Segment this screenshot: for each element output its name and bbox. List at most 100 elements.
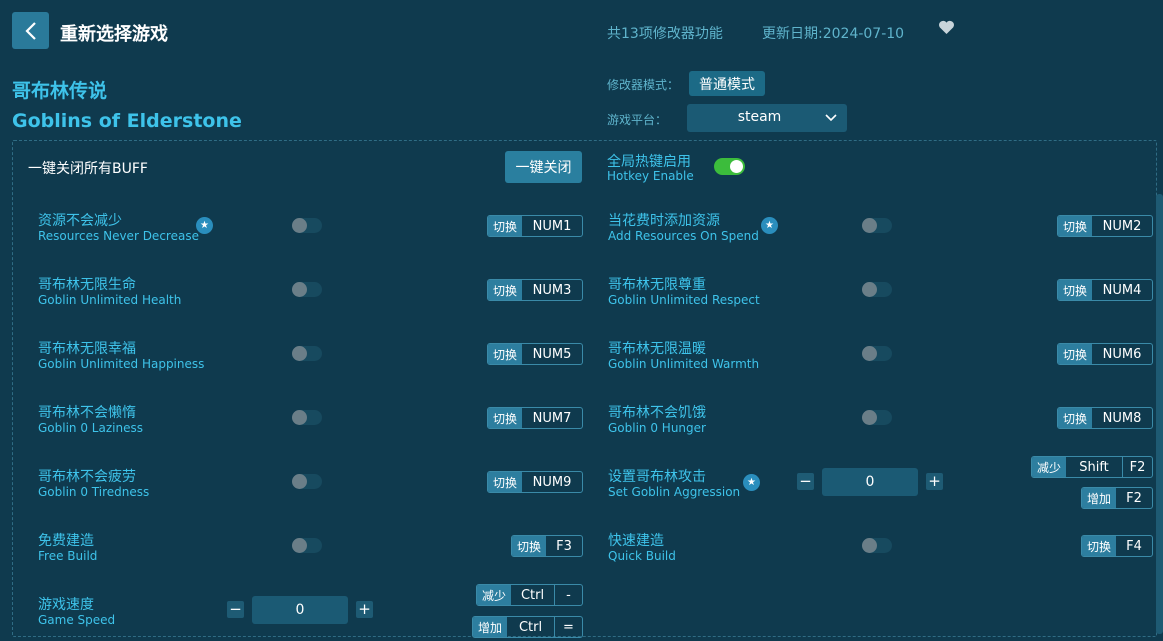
hotkey-key: F2 — [1122, 457, 1152, 477]
platform-value: steam — [737, 109, 782, 125]
hotkey-tag: 增加 — [1082, 488, 1117, 508]
platform-select[interactable]: steam — [687, 104, 847, 132]
hotkey-key: Ctrl — [520, 587, 545, 603]
hotkey-tag: 减少 — [477, 585, 512, 605]
close-all-button[interactable]: 一键关闭 — [505, 151, 582, 183]
hotkey-key: F3 — [556, 538, 572, 554]
game-speed-value-input[interactable]: 0 — [252, 596, 348, 624]
update-date: 更新日期:2024-07-10 — [762, 26, 905, 42]
favorite-button[interactable] — [938, 20, 955, 39]
hotkey-tag: 切换 — [1058, 344, 1093, 364]
option-label-en: Add Resources On Spend — [608, 229, 759, 243]
game-speed-decrease-hotkey[interactable]: 减少 Ctrl - — [476, 584, 583, 606]
feature-count: 共13项修改器功能 — [607, 26, 723, 42]
option-toggle[interactable] — [292, 346, 322, 361]
star-icon: ★ — [196, 217, 213, 234]
mode-label: 修改器模式： — [607, 78, 680, 92]
hotkey-key: NUM1 — [532, 218, 572, 234]
hotkey-key: NUM9 — [532, 474, 572, 490]
hotkey-key: Shift — [1079, 459, 1109, 475]
aggression-decrease-button[interactable]: − — [797, 473, 814, 490]
option-toggle[interactable] — [292, 474, 322, 489]
hotkey-badge[interactable]: 切换 NUM7 — [487, 407, 583, 429]
hotkey-enable-toggle[interactable] — [714, 158, 745, 175]
hotkey-tag: 切换 — [512, 536, 547, 556]
option-toggle[interactable] — [292, 538, 322, 553]
option-toggle[interactable] — [862, 218, 892, 233]
back-button[interactable] — [12, 12, 49, 49]
option-toggle[interactable] — [292, 410, 322, 425]
hotkey-tag: 切换 — [1058, 408, 1093, 428]
option-toggle[interactable] — [862, 346, 892, 361]
chevron-down-icon — [825, 114, 837, 122]
hotkey-badge[interactable]: 切换 NUM8 — [1057, 407, 1153, 429]
game-title-cn: 哥布林传说 — [12, 80, 108, 102]
option-toggle[interactable] — [292, 282, 322, 297]
hotkey-tag: 切换 — [1058, 280, 1093, 300]
hotkey-badge[interactable]: 切换 NUM2 — [1057, 215, 1153, 237]
option-label-en: Goblin 0 Laziness — [38, 421, 143, 435]
aggression-increase-hotkey[interactable]: 增加 F2 — [1081, 487, 1153, 509]
hotkey-key: F2 — [1126, 490, 1142, 506]
hotkey-badge[interactable]: 切换 NUM3 — [487, 279, 583, 301]
game-speed-decrease-button[interactable]: − — [227, 601, 244, 618]
aggression-value-input[interactable]: 0 — [822, 468, 918, 496]
hotkey-tag: 切换 — [488, 280, 523, 300]
chevron-left-icon — [24, 21, 36, 40]
option-label-cn: 免费建造 — [38, 533, 94, 549]
hotkey-tag: 切换 — [1082, 536, 1117, 556]
hotkey-enable-label-en: Hotkey Enable — [607, 169, 694, 183]
hotkey-key: NUM6 — [1102, 346, 1142, 362]
hotkey-tag: 切换 — [1058, 216, 1093, 236]
page-title: 重新选择游戏 — [60, 24, 168, 45]
hotkey-key: NUM8 — [1102, 410, 1142, 426]
hotkey-badge[interactable]: 切换 F3 — [511, 535, 583, 557]
hotkey-badge[interactable]: 切换 NUM1 — [487, 215, 583, 237]
hotkey-key: NUM3 — [532, 282, 572, 298]
buff-label: 一键关闭所有BUFF — [28, 161, 148, 177]
option-label-cn: 哥布林不会饥饿 — [608, 405, 706, 421]
option-label-en: Resources Never Decrease — [38, 229, 199, 243]
scrollbar[interactable] — [1156, 194, 1163, 634]
option-label-en: Quick Build — [608, 549, 676, 563]
option-label-en: Goblin Unlimited Health — [38, 293, 182, 307]
hotkey-badge[interactable]: 切换 F4 — [1081, 535, 1153, 557]
option-label-cn: 资源不会减少 — [38, 213, 122, 229]
hotkey-tag: 切换 — [488, 472, 523, 492]
hotkey-key: - — [554, 585, 582, 605]
option-toggle[interactable] — [862, 282, 892, 297]
aggression-label-cn: 设置哥布林攻击 — [608, 469, 706, 485]
hotkey-badge[interactable]: 切换 NUM6 — [1057, 343, 1153, 365]
heart-icon — [939, 20, 954, 34]
mode-button[interactable]: 普通模式 — [689, 71, 765, 96]
game-speed-increase-button[interactable]: + — [356, 601, 373, 618]
option-label-en: Free Build — [38, 549, 98, 563]
option-label-en: Goblin 0 Hunger — [608, 421, 706, 435]
game-speed-increase-hotkey[interactable]: 增加 Ctrl = — [472, 616, 583, 638]
aggression-label-en: Set Goblin Aggression — [608, 485, 741, 499]
hotkey-tag: 减少 — [1032, 457, 1067, 477]
option-toggle[interactable] — [862, 538, 892, 553]
option-toggle[interactable] — [862, 410, 892, 425]
hotkey-key: NUM5 — [532, 346, 572, 362]
options-panel — [12, 140, 1157, 637]
hotkey-key: NUM7 — [532, 410, 572, 426]
hotkey-tag: 切换 — [488, 344, 523, 364]
hotkey-badge[interactable]: 切换 NUM5 — [487, 343, 583, 365]
option-label-cn: 哥布林不会懒惰 — [38, 405, 136, 421]
option-label-cn: 哥布林不会疲劳 — [38, 469, 136, 485]
option-label-en: Goblin Unlimited Happiness — [38, 357, 205, 371]
hotkey-key: NUM4 — [1102, 282, 1142, 298]
option-label-cn: 哥布林无限生命 — [38, 277, 136, 293]
hotkey-tag: 切换 — [488, 216, 523, 236]
hotkey-badge[interactable]: 切换 NUM4 — [1057, 279, 1153, 301]
game-title-en: Goblins of Elderstone — [12, 110, 242, 132]
option-toggle[interactable] — [292, 218, 322, 233]
aggression-increase-button[interactable]: + — [926, 473, 943, 490]
hotkey-badge[interactable]: 切换 NUM9 — [487, 471, 583, 493]
hotkey-key: Ctrl — [518, 619, 543, 635]
hotkey-tag: 增加 — [473, 617, 508, 637]
aggression-decrease-hotkey[interactable]: 减少 Shift F2 — [1031, 456, 1153, 478]
hotkey-key: = — [554, 617, 582, 637]
game-speed-label-cn: 游戏速度 — [38, 597, 94, 613]
